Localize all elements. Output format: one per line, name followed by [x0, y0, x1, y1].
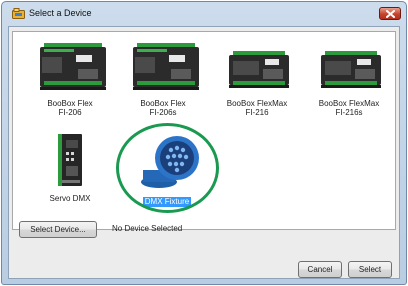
device-list: BooBox Flex FI-206 BooBox Flex FI-206s B… [12, 31, 396, 230]
selection-ring [116, 123, 219, 213]
servo-dmx-image [58, 134, 82, 186]
selection-status: No Device Selected [112, 224, 183, 233]
boobox-flexmax-fi216s-image [321, 51, 381, 88]
cancel-button[interactable]: Cancel [298, 261, 342, 278]
app-icon [12, 8, 25, 19]
device-tile-servo-dmx[interactable]: Servo DMX [28, 130, 112, 215]
select-button[interactable]: Select [348, 261, 392, 278]
device-label: BooBox Flex FI-206 [47, 99, 93, 117]
boobox-flex-fi206-image [40, 43, 106, 90]
close-icon [386, 10, 395, 18]
select-device-dialog: Select a Device BooBox Flex FI-206 BooBo… [1, 1, 407, 285]
boobox-flex-fi206s-image [133, 43, 199, 90]
close-button[interactable] [379, 7, 401, 20]
boobox-flexmax-fi216-image [229, 51, 289, 88]
device-label: BooBox FlexMax FI-216s [318, 99, 380, 117]
device-tile-fi206[interactable]: BooBox Flex FI-206 [28, 35, 112, 120]
title-bar: Select a Device [2, 2, 406, 26]
device-tile-fi216s[interactable]: BooBox FlexMax FI-216s [307, 35, 391, 120]
dialog-client-area: BooBox Flex FI-206 BooBox Flex FI-206s B… [8, 26, 400, 279]
device-label: Servo DMX [49, 194, 91, 203]
window-title: Select a Device [29, 8, 92, 18]
device-label: BooBox FlexMax FI-216 [226, 99, 288, 117]
select-device-button[interactable]: Select Device... [19, 221, 97, 238]
device-tile-fi216[interactable]: BooBox FlexMax FI-216 [215, 35, 299, 120]
device-label: BooBox Flex FI-206s [140, 99, 186, 117]
device-tile-fi206s[interactable]: BooBox Flex FI-206s [121, 35, 205, 120]
